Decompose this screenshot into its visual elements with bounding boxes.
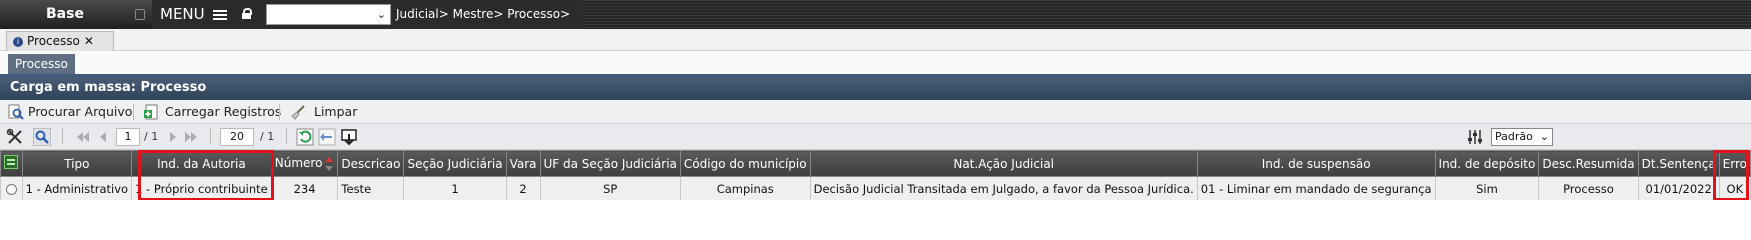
export-icon[interactable] bbox=[340, 128, 358, 146]
menu-label: MENU bbox=[160, 5, 205, 23]
close-icon[interactable]: ✕ bbox=[84, 34, 94, 48]
cell-dt-sentenca: 01/01/2022 bbox=[1637, 176, 1720, 201]
search-file-label: Procurar Arquivo bbox=[28, 104, 133, 119]
empty-grid-area bbox=[0, 200, 1751, 229]
subtab-processo[interactable]: Processo bbox=[8, 54, 75, 74]
column-header-numero[interactable]: Número bbox=[270, 150, 339, 177]
cell-desc-resumida: Processo bbox=[1538, 176, 1639, 201]
action-toolbar: Procurar Arquivo Carregar Registros Limp… bbox=[0, 100, 1751, 124]
lock-icon[interactable] bbox=[242, 8, 252, 19]
cell-ind-suspensao: 01 - Liminar em mandado de segurança bbox=[1196, 176, 1436, 201]
add-document-icon bbox=[144, 104, 158, 120]
column-header-codigo-municipio[interactable]: Código do município bbox=[679, 150, 811, 177]
cell-ind-deposito: Sim bbox=[1434, 176, 1540, 201]
clear-button[interactable]: Limpar bbox=[290, 100, 357, 124]
cell-uf-secao: SP bbox=[539, 176, 681, 201]
columns-icon bbox=[4, 155, 19, 169]
toolbar-divider bbox=[279, 104, 280, 120]
column-header-descricao[interactable]: Descricao bbox=[337, 150, 405, 177]
page-size-input[interactable]: 20 bbox=[220, 128, 254, 146]
breadcrumb[interactable]: Judicial> Mestre> Processo> bbox=[396, 0, 570, 29]
sub-tab-row: Processo bbox=[0, 52, 1751, 74]
prev-page-icon[interactable] bbox=[94, 128, 112, 146]
column-header-uf-secao[interactable]: UF da Seção Judiciária bbox=[539, 150, 681, 177]
first-page-icon[interactable] bbox=[74, 128, 92, 146]
chevron-down-icon: ⌄ bbox=[1539, 130, 1549, 143]
column-header-dt-sentenca[interactable]: Dt.Sentença bbox=[1637, 150, 1720, 177]
search-file-button[interactable]: Procurar Arquivo bbox=[8, 100, 132, 124]
total-records-text: / 1 bbox=[260, 130, 275, 143]
highlight-ind-autoria bbox=[138, 150, 274, 201]
brand-lock-icon bbox=[135, 9, 145, 20]
cell-codigo-municipio: Campinas bbox=[679, 176, 811, 201]
row-select-cell[interactable] bbox=[0, 176, 23, 201]
cell-numero: 234 bbox=[270, 176, 339, 201]
menu-button[interactable]: MENU bbox=[152, 0, 266, 29]
window-tab-row: i Processo ✕ bbox=[0, 29, 1751, 51]
cell-vara: 2 bbox=[505, 176, 541, 201]
info-icon: i bbox=[13, 36, 23, 47]
top-bar-filler bbox=[582, 0, 1751, 29]
undo-icon[interactable] bbox=[318, 128, 336, 146]
cell-nat-acao: Decisão Judicial Transitada em Julgado, … bbox=[809, 176, 1198, 201]
toolbar-divider bbox=[62, 128, 63, 144]
cell-tipo: 1 - Administrativo bbox=[21, 176, 133, 201]
toolbar-divider bbox=[133, 104, 134, 120]
hamburger-icon bbox=[213, 8, 228, 22]
tab-processo[interactable]: i Processo ✕ bbox=[6, 31, 114, 51]
module-select[interactable]: ⌄ bbox=[266, 4, 391, 25]
toolbar-divider bbox=[210, 128, 211, 144]
panel-title: Carga em massa: Processo bbox=[0, 74, 1751, 100]
total-pages-text: / 1 bbox=[144, 130, 159, 143]
clear-label: Limpar bbox=[314, 104, 358, 119]
column-header-ind-deposito[interactable]: Ind. de depósito bbox=[1434, 150, 1540, 177]
load-records-label: Carregar Registros bbox=[165, 104, 282, 119]
column-header-nat-acao[interactable]: Nat.Ação Judicial bbox=[809, 150, 1198, 177]
sliders-icon[interactable] bbox=[1466, 128, 1484, 146]
column-header-ind-suspensao[interactable]: Ind. de suspensão bbox=[1196, 150, 1436, 177]
app-brand[interactable]: Base bbox=[0, 0, 152, 29]
column-header-tipo[interactable]: Tipo bbox=[21, 150, 133, 177]
load-records-button[interactable]: Carregar Registros bbox=[143, 100, 281, 124]
column-header-vara[interactable]: Vara bbox=[505, 150, 541, 177]
view-select[interactable]: Padrão ⌄ bbox=[1491, 128, 1553, 146]
refresh-icon[interactable] bbox=[296, 128, 314, 146]
brand-label: Base bbox=[46, 6, 84, 22]
page-input[interactable]: 1 bbox=[116, 128, 140, 146]
next-page-icon[interactable] bbox=[164, 128, 182, 146]
chevron-down-icon: ⌄ bbox=[376, 8, 386, 21]
toolbar-divider bbox=[286, 128, 287, 144]
highlight-erro bbox=[1713, 150, 1749, 201]
column-chooser[interactable] bbox=[0, 150, 23, 177]
cell-descricao: Teste bbox=[337, 176, 405, 201]
column-header-numero-label: Número bbox=[274, 156, 323, 171]
view-select-value: Padrão bbox=[1495, 130, 1533, 143]
column-header-desc-resumida[interactable]: Desc.Resumida bbox=[1538, 150, 1639, 177]
cell-secao-judiciaria: 1 bbox=[403, 176, 507, 201]
column-header-secao-judiciaria[interactable]: Seção Judiciária bbox=[403, 150, 507, 177]
top-bar: Base MENU ⌄ Judicial> Mestre> Processo> bbox=[0, 0, 1751, 29]
grid-toolbar: 1 / 1 20 / 1 Padrão ⌄ bbox=[0, 124, 1751, 150]
broom-icon bbox=[291, 105, 305, 120]
sort-icon[interactable] bbox=[324, 156, 334, 171]
row-radio[interactable] bbox=[5, 183, 17, 195]
last-page-icon[interactable] bbox=[182, 128, 200, 146]
tools-icon[interactable] bbox=[6, 128, 24, 146]
magnifier-file-icon bbox=[8, 104, 24, 120]
tab-label: Processo bbox=[27, 34, 80, 48]
search-icon[interactable] bbox=[33, 128, 51, 146]
